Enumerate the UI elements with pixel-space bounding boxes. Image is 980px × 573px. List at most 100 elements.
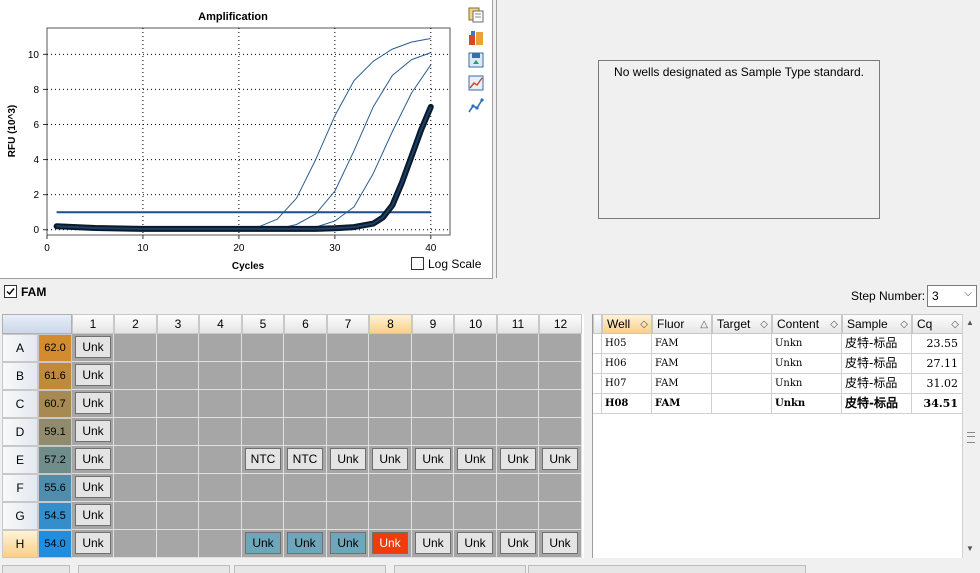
zoom-chart-icon[interactable]	[467, 74, 485, 92]
plate-well[interactable]	[157, 390, 199, 418]
plate-row-header[interactable]: D	[2, 418, 38, 446]
plate-well[interactable]	[539, 474, 582, 502]
row-selector[interactable]	[593, 394, 602, 414]
plate-row-header[interactable]: B	[2, 362, 38, 390]
plate-column-header[interactable]: 6	[284, 314, 327, 334]
plate-well[interactable]: Unk	[72, 502, 114, 530]
table-cell-sample[interactable]: 皮特-标品	[842, 354, 912, 374]
well-content-button[interactable]: Unk	[457, 532, 493, 554]
plate-well[interactable]	[327, 334, 369, 362]
plate-well[interactable]	[157, 530, 199, 558]
plate-row-header[interactable]: C	[2, 390, 38, 418]
row-selector-header[interactable]	[593, 314, 602, 334]
table-cell-fluor[interactable]: FAM	[652, 334, 712, 354]
plate-well[interactable]	[539, 502, 582, 530]
well-content-button[interactable]: Unk	[75, 532, 111, 554]
plate-well[interactable]	[454, 334, 497, 362]
log-scale-checkbox[interactable]	[411, 257, 424, 270]
plate-well[interactable]	[369, 390, 412, 418]
plate-well[interactable]	[199, 502, 242, 530]
well-content-button[interactable]: Unk	[75, 364, 111, 386]
plate-well[interactable]	[157, 334, 199, 362]
table-cell-cq[interactable]: 34.51	[912, 394, 963, 414]
plate-well[interactable]	[412, 362, 454, 390]
plate-well[interactable]	[497, 502, 539, 530]
table-cell-cq[interactable]: 27.11	[912, 354, 963, 374]
well-content-button[interactable]: Unk	[75, 504, 111, 526]
table-cell-cq[interactable]: 31.02	[912, 374, 963, 394]
copy-icon[interactable]	[467, 5, 485, 23]
row-selector[interactable]	[593, 374, 602, 394]
plate-row-header[interactable]: A	[2, 334, 38, 362]
step-number-select[interactable]: 3 ⌵	[927, 285, 977, 307]
plate-well[interactable]	[284, 390, 327, 418]
plate-well[interactable]	[539, 390, 582, 418]
well-content-button[interactable]: Unk	[75, 420, 111, 442]
plate-well[interactable]	[114, 530, 157, 558]
plate-well[interactable]	[369, 334, 412, 362]
column-header-well[interactable]: Well ◇	[602, 314, 652, 334]
plate-well[interactable]	[497, 334, 539, 362]
fluor-toggle[interactable]: FAM	[4, 285, 46, 299]
plate-column-header[interactable]: 3	[157, 314, 199, 334]
sort-icon[interactable]: ◇	[900, 315, 908, 334]
scroll-down-icon[interactable]: ▼	[966, 544, 974, 553]
plate-well[interactable]: Unk	[72, 418, 114, 446]
plate-well[interactable]	[497, 390, 539, 418]
plate-well[interactable]	[199, 446, 242, 474]
table-cell-sample[interactable]: 皮特-标品	[842, 394, 912, 414]
plate-well[interactable]: Unk	[497, 530, 539, 558]
plate-well[interactable]	[539, 418, 582, 446]
plate-well[interactable]	[157, 362, 199, 390]
plate-well[interactable]: Unk	[72, 362, 114, 390]
scroll-up-icon[interactable]: ▲	[966, 318, 974, 327]
plate-well[interactable]	[242, 390, 284, 418]
table-cell-target[interactable]	[712, 394, 772, 414]
plate-well[interactable]: Unk	[327, 530, 369, 558]
table-cell-fluor[interactable]: FAM	[652, 394, 712, 414]
well-content-button[interactable]: Unk	[75, 448, 111, 470]
table-cell-target[interactable]	[712, 354, 772, 374]
column-header-fluor[interactable]: Fluor △	[652, 314, 712, 334]
table-cell-fluor[interactable]: FAM	[652, 354, 712, 374]
plate-well[interactable]	[454, 362, 497, 390]
well-content-button[interactable]: Unk	[542, 532, 578, 554]
plate-well[interactable]	[242, 362, 284, 390]
export-icon[interactable]	[467, 29, 485, 47]
plate-well[interactable]: Unk	[539, 446, 582, 474]
column-header-sample[interactable]: Sample ◇	[842, 314, 912, 334]
plate-well[interactable]	[284, 502, 327, 530]
plate-well[interactable]: Unk	[539, 530, 582, 558]
table-cell-target[interactable]	[712, 334, 772, 354]
well-content-button[interactable]: Unk	[372, 532, 408, 554]
plate-column-header[interactable]: 8	[369, 314, 412, 334]
column-header-target[interactable]: Target ◇	[712, 314, 772, 334]
plate-row-header[interactable]: E	[2, 446, 38, 474]
plate-well[interactable]: Unk	[72, 530, 114, 558]
plate-well[interactable]	[284, 418, 327, 446]
plate-well[interactable]	[199, 362, 242, 390]
log-scale-toggle[interactable]: Log Scale	[411, 257, 481, 271]
well-content-button[interactable]: Unk	[372, 448, 408, 470]
plate-well[interactable]	[284, 362, 327, 390]
sort-ascending-icon[interactable]: △	[700, 315, 708, 334]
plate-row-header[interactable]: F	[2, 474, 38, 502]
well-content-button[interactable]: Unk	[245, 532, 281, 554]
plate-well[interactable]	[539, 362, 582, 390]
plate-well[interactable]	[327, 390, 369, 418]
plate-well[interactable]	[412, 474, 454, 502]
plate-well[interactable]: NTC	[242, 446, 284, 474]
plate-column-header[interactable]: 9	[412, 314, 454, 334]
plate-well[interactable]	[114, 474, 157, 502]
plate-well[interactable]	[327, 502, 369, 530]
table-cell-content[interactable]: Unkn	[772, 374, 842, 394]
plate-well[interactable]	[369, 362, 412, 390]
plate-well[interactable]	[242, 502, 284, 530]
plate-well[interactable]	[412, 418, 454, 446]
plate-well[interactable]	[412, 502, 454, 530]
plate-column-header[interactable]: 1	[72, 314, 114, 334]
plate-well[interactable]: Unk	[369, 530, 412, 558]
well-content-button[interactable]: Unk	[287, 532, 323, 554]
plate-well[interactable]: Unk	[72, 390, 114, 418]
plate-well[interactable]	[199, 390, 242, 418]
